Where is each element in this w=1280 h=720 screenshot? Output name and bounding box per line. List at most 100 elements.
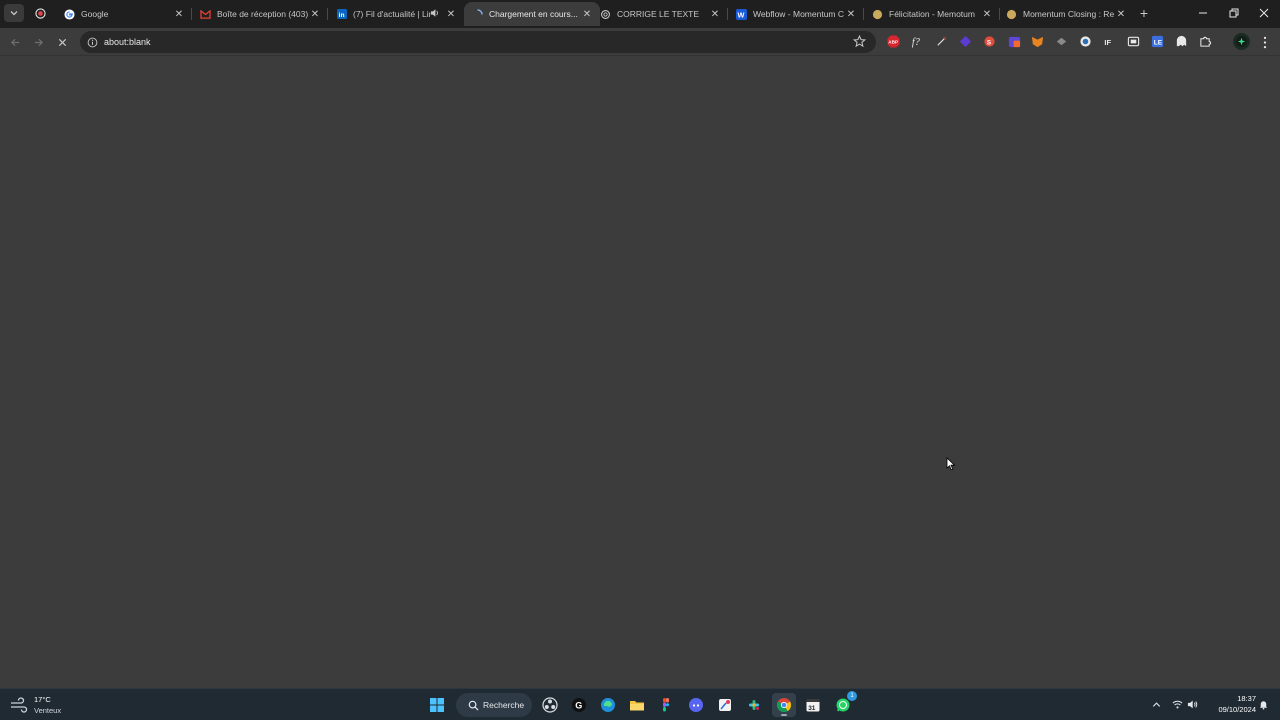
bookmark-star-icon[interactable] xyxy=(853,35,866,48)
purple-gem-icon[interactable] xyxy=(958,34,973,49)
text-ext-icon[interactable]: IF xyxy=(1102,34,1117,49)
clock[interactable]: 18:37 09/10/2024 xyxy=(1204,693,1256,715)
taskbar-app-whatsapp[interactable]: 1 xyxy=(831,691,857,717)
taskbar-app-calendar[interactable]: 31 xyxy=(801,693,825,717)
search-icon xyxy=(468,700,479,711)
globe-ext-icon[interactable] xyxy=(1078,34,1093,49)
clock-date: 09/10/2024 xyxy=(1218,705,1256,714)
svg-text:f?: f? xyxy=(912,37,921,48)
tab-momentum-closing[interactable]: Momentum Closing : Re ✕ xyxy=(998,4,1134,24)
webflow-icon: W xyxy=(736,8,747,20)
svg-text:31: 31 xyxy=(808,705,816,712)
taskbar-app-snipping[interactable] xyxy=(713,693,737,717)
speaker-icon[interactable] xyxy=(430,8,442,20)
edge-icon xyxy=(601,698,615,712)
close-icon xyxy=(58,38,66,46)
adblock-icon[interactable]: ABP xyxy=(886,34,901,49)
page-viewport[interactable] xyxy=(0,56,1280,688)
ghost-ext-icon[interactable] xyxy=(1174,34,1189,49)
svg-text:ABP: ABP xyxy=(888,40,898,45)
snipping-icon xyxy=(719,699,731,711)
restore-button[interactable] xyxy=(1222,4,1246,22)
taskbar-app-g[interactable]: G xyxy=(567,693,591,717)
tab-loading-active[interactable]: Chargement en cours... ✕ xyxy=(464,2,600,26)
svg-text:IF: IF xyxy=(1104,38,1111,47)
arrow-ext-icon[interactable] xyxy=(1054,34,1069,49)
new-tab-button[interactable]: + xyxy=(1136,5,1152,21)
taskbar-app-edge[interactable] xyxy=(596,693,620,717)
bell-icon xyxy=(1259,700,1267,710)
tab-linkedin[interactable]: in (7) Fil d'actualité | Lin ✕ xyxy=(328,4,464,24)
minimize-button[interactable] xyxy=(1191,4,1215,22)
tab-title: CORRIGE LE TEXTE xyxy=(617,9,700,19)
profile-icon xyxy=(1235,35,1248,48)
browser-menu-button[interactable] xyxy=(1259,34,1271,50)
openai-icon xyxy=(600,9,611,20)
tab-chatgpt[interactable]: CORRIGE LE TEXTE ✕ xyxy=(592,4,728,24)
weather-widget[interactable]: 17°C Venteux xyxy=(10,693,90,717)
pinned-tab-record[interactable] xyxy=(30,4,50,22)
forward-button[interactable] xyxy=(29,33,47,51)
close-tab-icon[interactable]: ✕ xyxy=(444,7,458,21)
close-tab-icon[interactable]: ✕ xyxy=(708,7,722,21)
fox-icon[interactable] xyxy=(1030,34,1045,49)
tab-gmail[interactable]: Boîte de réception (403) ✕ xyxy=(192,4,328,24)
calendar-ext-icon[interactable] xyxy=(1007,34,1022,49)
profile-avatar[interactable] xyxy=(1233,33,1250,50)
google-icon xyxy=(64,8,75,20)
arrow-left-icon xyxy=(10,38,19,46)
chevron-down-icon xyxy=(10,11,18,16)
address-bar[interactable]: about:blank xyxy=(80,31,876,53)
show-hidden-icons-button[interactable] xyxy=(1149,697,1163,711)
tab-title: (7) Fil d'actualité | Lin xyxy=(353,9,430,19)
tab-title: Momentum Closing : Re xyxy=(1023,9,1114,19)
stop-loading-button[interactable] xyxy=(53,33,71,51)
tab-search-button[interactable] xyxy=(4,4,24,22)
obs-icon xyxy=(542,697,558,713)
taskbar-app-discord[interactable] xyxy=(684,693,708,717)
taskbar-app-obs[interactable] xyxy=(538,693,562,717)
wind-icon xyxy=(11,697,28,713)
red-ext-icon[interactable]: S xyxy=(982,34,997,49)
screenshot-ext-icon[interactable] xyxy=(1126,34,1141,49)
windows-start-button[interactable] xyxy=(425,693,449,717)
close-tab-icon[interactable]: ✕ xyxy=(308,7,322,21)
taskbar-app-chrome[interactable] xyxy=(772,693,796,717)
minimize-icon xyxy=(1199,12,1207,14)
figma-icon xyxy=(663,698,669,712)
discord-icon xyxy=(689,698,703,712)
taskbar-app-figma[interactable] xyxy=(654,693,678,717)
mouse-cursor-icon xyxy=(946,457,956,471)
arrow-right-icon xyxy=(34,38,43,46)
svg-text:W: W xyxy=(737,10,744,19)
puzzle-icon[interactable] xyxy=(1198,34,1213,49)
back-button[interactable] xyxy=(6,33,24,51)
close-window-button[interactable] xyxy=(1252,4,1276,22)
notification-badge: 1 xyxy=(847,691,857,701)
info-icon[interactable] xyxy=(86,36,98,48)
taskbar-app-explorer[interactable] xyxy=(625,693,649,717)
close-tab-icon[interactable]: ✕ xyxy=(980,7,994,21)
restore-icon xyxy=(1229,8,1239,18)
close-tab-icon[interactable]: ✕ xyxy=(844,7,858,21)
screen: Google ✕ Boîte de réception (403) ✕ in (… xyxy=(0,0,1280,720)
notifications-button[interactable] xyxy=(1256,697,1270,711)
taskbar-search[interactable]: Recherche xyxy=(456,693,532,717)
tab-google[interactable]: Google ✕ xyxy=(56,4,192,24)
close-tab-icon[interactable]: ✕ xyxy=(172,7,186,21)
blue-ext-icon[interactable]: LE xyxy=(1150,34,1165,49)
windows-start-icon xyxy=(430,698,444,712)
taskbar-app-slack[interactable] xyxy=(742,693,766,717)
weather-condition: Venteux xyxy=(34,706,62,715)
volume-status[interactable] xyxy=(1185,697,1199,711)
clock-time: 18:37 xyxy=(1237,694,1256,703)
close-tab-icon[interactable]: ✕ xyxy=(1114,7,1128,21)
url-text[interactable]: about:blank xyxy=(104,35,151,49)
formula-icon[interactable]: f? xyxy=(910,34,925,49)
site-circle-icon xyxy=(872,9,883,20)
tab-felicitation[interactable]: Félicitation - Memotum ✕ xyxy=(864,4,1000,24)
wifi-status[interactable] xyxy=(1170,697,1184,711)
app-g-icon: G xyxy=(572,698,586,712)
tab-webflow[interactable]: W Webflow - Momentum C ✕ xyxy=(728,4,864,24)
pen-icon[interactable] xyxy=(934,34,949,49)
